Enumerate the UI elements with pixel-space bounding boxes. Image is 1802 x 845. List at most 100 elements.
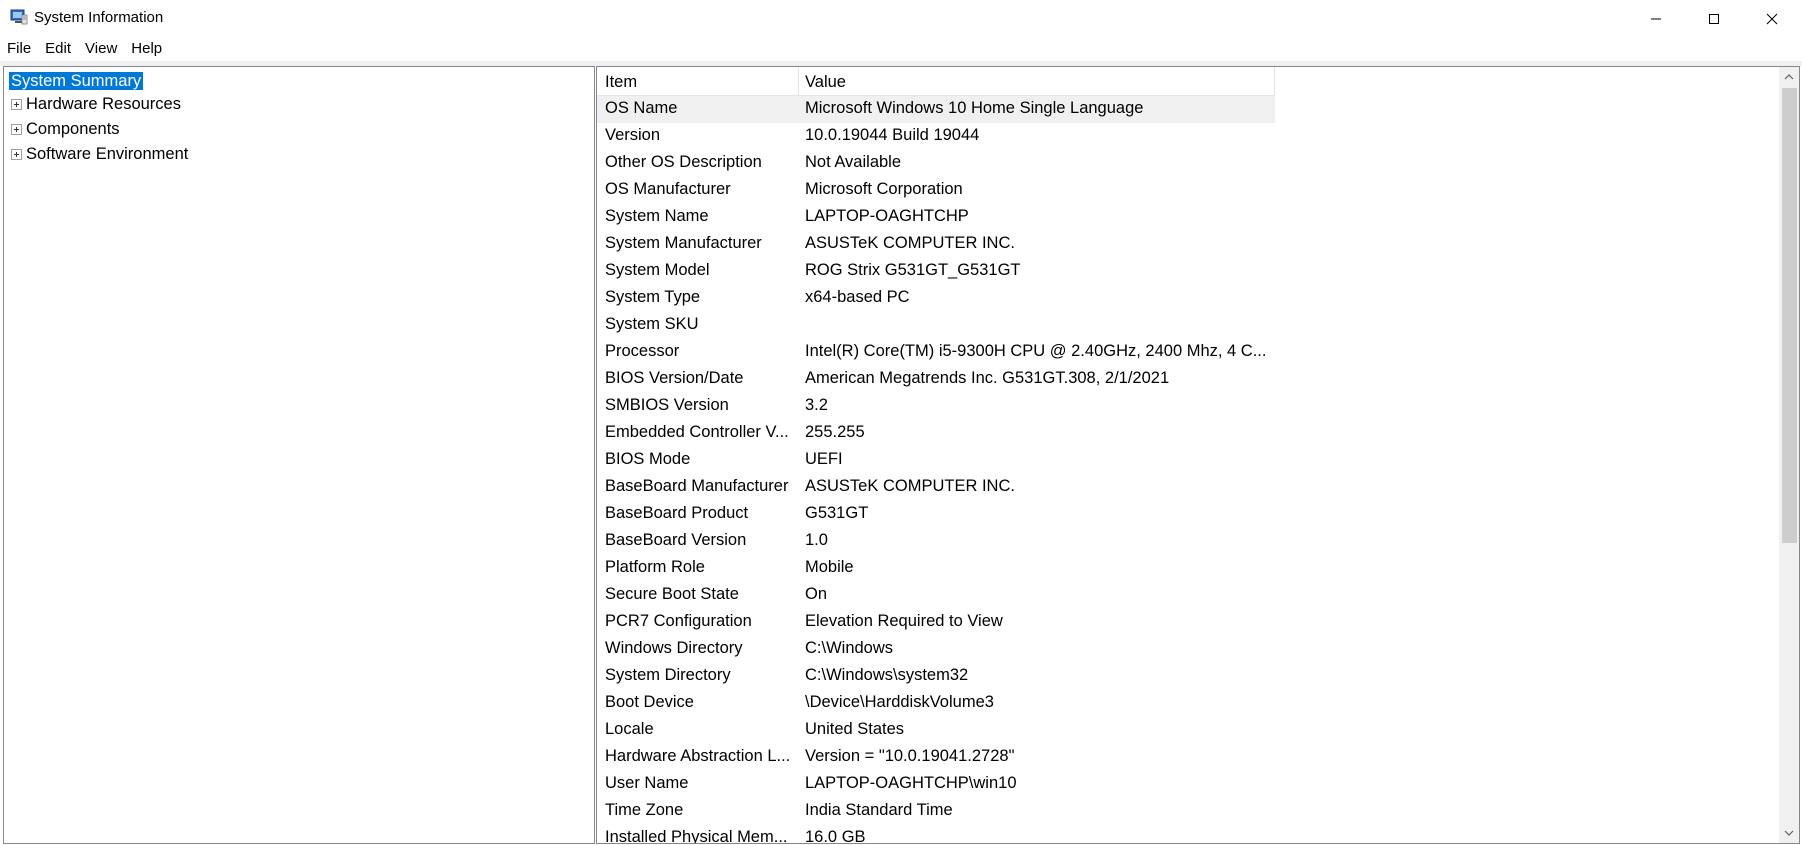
system-information-icon — [10, 9, 28, 25]
row-value-cell: LAPTOP-OAGHTCHP\win10 — [805, 774, 1017, 792]
table-row[interactable]: Processor Intel(R) Core(TM) i5-9300H CPU … — [597, 339, 1275, 366]
table-row[interactable]: System Manufacturer ASUSTeK COMPUTER INC. — [597, 231, 1275, 258]
row-value-cell: Microsoft Windows 10 Home Single Languag… — [805, 99, 1144, 117]
column-divider[interactable] — [798, 67, 799, 96]
table-row[interactable]: System Name LAPTOP-OAGHTCHP — [597, 204, 1275, 231]
row-value-cell: C:\Windows\system32 — [805, 666, 969, 684]
list-header: Item Value — [597, 67, 1275, 96]
title-bar[interactable]: System Information — [0, 0, 1802, 37]
minimize-icon — [1651, 18, 1661, 19]
table-row[interactable]: OS Name Microsoft Windows 10 Home Single … — [597, 96, 1275, 123]
row-item-cell: System Type — [605, 288, 701, 306]
close-button[interactable] — [1743, 0, 1801, 37]
table-row[interactable]: User Name LAPTOP-OAGHTCHP\win10 — [597, 771, 1275, 798]
table-row[interactable]: BaseBoard Product G531GT — [597, 501, 1275, 528]
scroll-down-button[interactable] — [1779, 823, 1799, 843]
table-row[interactable]: OS Manufacturer Microsoft Corporation — [597, 177, 1275, 204]
table-row[interactable]: Other OS Description Not Available — [597, 150, 1275, 177]
row-value-cell: 10.0.19044 Build 19044 — [805, 126, 980, 144]
table-row[interactable]: Version 10.0.19044 Build 19044 — [597, 123, 1275, 150]
table-row[interactable]: Boot Device \Device\HarddiskVolume3 — [597, 690, 1275, 717]
row-item-cell: BaseBoard Product — [605, 504, 749, 522]
window-title: System Information — [34, 9, 164, 26]
row-value-cell: \Device\HarddiskVolume3 — [805, 693, 994, 711]
maximize-button[interactable] — [1685, 0, 1743, 37]
row-item-cell: System Name — [605, 207, 709, 225]
expand-icon[interactable] — [11, 124, 22, 135]
details-list[interactable]: Item Value OS Name Microsoft Windows 10 H… — [596, 66, 1800, 844]
table-row[interactable]: Time Zone India Standard Time — [597, 798, 1275, 825]
table-row[interactable]: Platform Role Mobile — [597, 555, 1275, 582]
table-row[interactable]: BaseBoard Manufacturer ASUSTeK COMPUTER I… — [597, 474, 1275, 501]
minimize-button[interactable] — [1627, 0, 1685, 37]
chevron-down-icon — [1784, 830, 1794, 836]
close-icon — [1766, 13, 1778, 24]
column-header-value[interactable]: Value — [805, 73, 846, 92]
vertical-scrollbar[interactable] — [1779, 67, 1799, 843]
row-item-cell: OS Manufacturer — [605, 180, 731, 198]
row-value-cell: On — [805, 585, 828, 603]
table-row[interactable]: BaseBoard Version 1.0 — [597, 528, 1275, 555]
row-item-cell: Windows Directory — [605, 639, 743, 657]
table-row[interactable]: Locale United States — [597, 717, 1275, 744]
chevron-up-icon — [1784, 74, 1794, 80]
scroll-up-button[interactable] — [1779, 67, 1799, 87]
row-item-cell: PCR7 Configuration — [605, 612, 752, 630]
menu-bar: File Edit View Help — [0, 37, 1802, 61]
tree-item-system-summary[interactable]: System Summary — [9, 69, 144, 93]
row-value-cell: G531GT — [805, 504, 869, 522]
row-value-cell: ROG Strix G531GT_G531GT — [805, 261, 1021, 279]
menu-file[interactable]: File — [0, 37, 38, 61]
table-row[interactable]: System SKU — [597, 312, 1275, 339]
table-row[interactable]: Installed Physical Mem... 16.0 GB — [597, 825, 1275, 844]
table-row[interactable]: Secure Boot State On — [597, 582, 1275, 609]
table-row[interactable]: PCR7 Configuration Elevation Required to … — [597, 609, 1275, 636]
table-row[interactable]: Embedded Controller V... 255.255 — [597, 420, 1275, 447]
system-information-window: System Information File Edit View Help S… — [0, 0, 1802, 845]
row-value-cell: ASUSTeK COMPUTER INC. — [805, 477, 1015, 495]
menu-edit[interactable]: Edit — [38, 37, 78, 61]
row-value-cell: UEFI — [805, 450, 843, 468]
row-item-cell: SMBIOS Version — [605, 396, 729, 414]
menu-help[interactable]: Help — [124, 37, 169, 61]
row-value-cell: Version = "10.0.19041.2728" — [805, 747, 1015, 765]
table-row[interactable]: System Directory C:\Windows\system32 — [597, 663, 1275, 690]
table-row[interactable]: System Model ROG Strix G531GT_G531GT — [597, 258, 1275, 285]
maximize-icon — [1709, 13, 1719, 24]
row-value-cell: Intel(R) Core(TM) i5-9300H CPU @ 2.40GHz… — [805, 342, 1267, 360]
table-row[interactable]: BIOS Version/Date American Megatrends Inc… — [597, 366, 1275, 393]
table-row[interactable]: Hardware Abstraction L... Version = "10.0… — [597, 744, 1275, 771]
row-value-cell: ASUSTeK COMPUTER INC. — [805, 234, 1015, 252]
table-row[interactable]: BIOS Mode UEFI — [597, 447, 1275, 474]
row-item-cell: Installed Physical Mem... — [605, 828, 788, 844]
expand-icon[interactable] — [11, 99, 22, 110]
row-value-cell: Mobile — [805, 558, 854, 576]
row-item-cell: System Manufacturer — [605, 234, 762, 252]
row-value-cell: 1.0 — [805, 531, 828, 549]
expand-icon[interactable] — [11, 149, 22, 160]
table-row[interactable]: System Type x64-based PC — [597, 285, 1275, 312]
row-value-cell: Not Available — [805, 153, 902, 171]
row-value-cell: 16.0 GB — [805, 828, 866, 844]
menu-view[interactable]: View — [78, 37, 124, 61]
scrollbar-thumb[interactable] — [1782, 88, 1797, 543]
row-item-cell: System Directory — [605, 666, 731, 684]
table-row[interactable]: Windows Directory C:\Windows — [597, 636, 1275, 663]
row-item-cell: Locale — [605, 720, 654, 738]
row-item-cell: Other OS Description — [605, 153, 762, 171]
table-row[interactable]: SMBIOS Version 3.2 — [597, 393, 1275, 420]
column-header-item[interactable]: Item — [605, 73, 637, 92]
row-item-cell: BaseBoard Manufacturer — [605, 477, 789, 495]
row-value-cell: Elevation Required to View — [805, 612, 1003, 630]
row-value-cell: Microsoft Corporation — [805, 180, 963, 198]
category-tree[interactable]: System Summary Hardware Resources Compon… — [3, 66, 595, 844]
row-item-cell: OS Name — [605, 99, 678, 117]
row-item-cell: Version — [605, 126, 661, 144]
row-item-cell: Platform Role — [605, 558, 705, 576]
column-divider[interactable] — [1274, 67, 1275, 96]
row-item-cell: Boot Device — [605, 693, 694, 711]
tree-item-label: Hardware Resources — [26, 95, 181, 113]
row-item-cell: Processor — [605, 342, 680, 360]
row-item-cell: BaseBoard Version — [605, 531, 747, 549]
tree-item-label: Software Environment — [26, 145, 189, 163]
